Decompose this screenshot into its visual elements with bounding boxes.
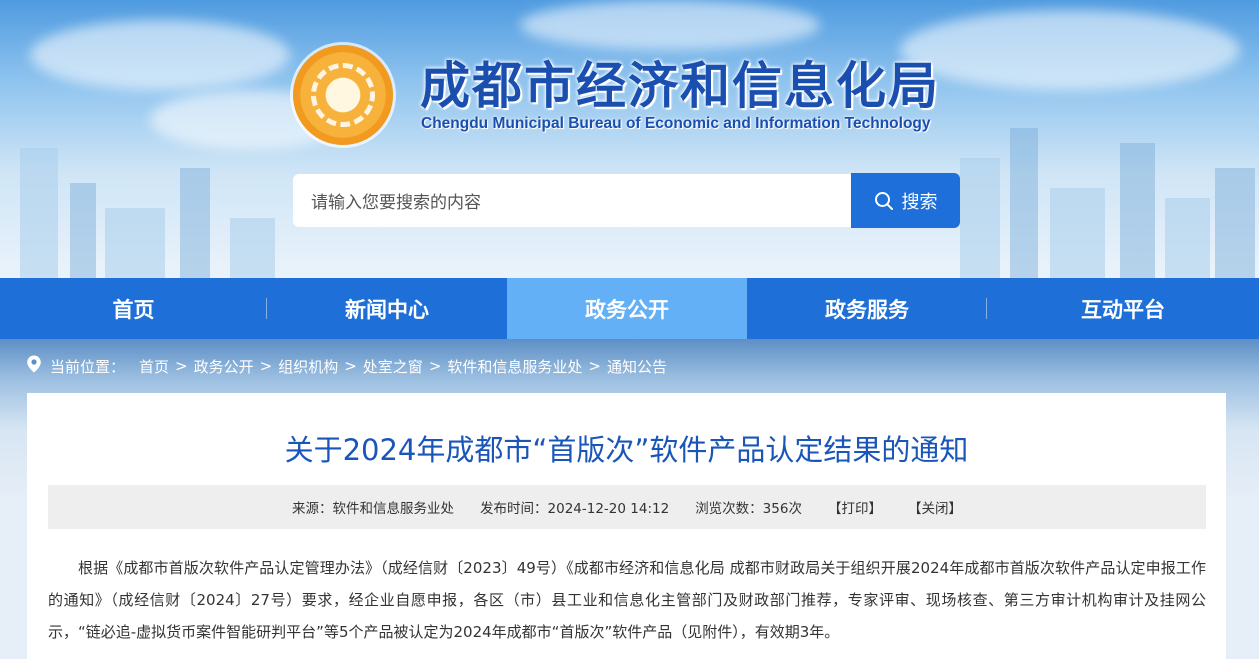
nav-item-news[interactable]: 新闻中心 [267,278,507,339]
breadcrumb-link-departments[interactable]: 处室之窗 [363,356,423,377]
breadcrumb-separator: > [588,357,601,375]
article-body: 根据《成都市首版次软件产品认定管理办法》（成经信财〔2023〕49号）《成都市经… [48,559,1206,641]
close-link[interactable]: 【关闭】 [908,497,962,517]
breadcrumb-link-software-dept[interactable]: 软件和信息服务业处 [447,356,582,377]
nav-label: 新闻中心 [345,297,429,322]
article-view-count: 浏览次数：356次 [695,501,802,517]
breadcrumb-separator: > [259,357,273,375]
nav-label: 政务服务 [825,297,909,322]
article-meta-bar: 来源：软件和信息服务业处 发布时间：2024-12-20 14:12 浏览次数：… [48,485,1206,529]
main-nav: 首页 新闻中心 政务公开 政务服务 互动平台 [0,278,1259,339]
site-title: 成都市经济和信息化局 [420,57,940,115]
article-card: 关于2024年成都市“首版次”软件产品认定结果的通知 来源：软件和信息服务业处 … [27,393,1226,659]
breadcrumb-link-notices[interactable]: 通知公告 [607,356,667,377]
breadcrumb-separator: > [344,357,357,375]
nav-label: 互动平台 [1081,297,1165,322]
search-icon [874,191,894,211]
breadcrumb-link-gov-affairs[interactable]: 政务公开 [194,356,254,377]
location-pin-icon [26,355,42,377]
nav-item-home[interactable]: 首页 [0,278,267,339]
print-link[interactable]: 【打印】 [828,497,882,517]
article-title: 关于2024年成都市“首版次”软件产品认定结果的通知 [284,433,969,467]
nav-item-interaction[interactable]: 互动平台 [987,278,1259,339]
nav-item-gov-services[interactable]: 政务服务 [747,278,987,339]
article-publish-time: 发布时间：2024-12-20 14:12 [480,501,670,517]
breadcrumb: 当前位置： 首页 > 政务公开 > 组织机构 > 处室之窗 > 软件和信息服务业… [26,354,667,378]
search-input[interactable]: 请输入您要搜索的内容 [293,174,853,227]
emblem-ring [311,63,375,127]
breadcrumb-separator: > [428,357,442,375]
city-emblem-icon[interactable] [293,45,393,145]
nav-label: 首页 [112,297,155,322]
search-button[interactable]: 搜索 [851,173,960,228]
nav-label: 政务公开 [585,297,669,322]
breadcrumb-link-organization[interactable]: 组织机构 [278,356,338,377]
breadcrumb-label: 当前位置： [50,357,126,376]
breadcrumb-separator: > [175,357,188,375]
nav-item-gov-affairs[interactable]: 政务公开 [507,278,747,339]
breadcrumb-link-home[interactable]: 首页 [139,356,169,377]
search-button-label: 搜索 [901,191,938,213]
header-banner: 成都市经济和信息化局 Chengdu Municipal Bureau of E… [0,0,1259,278]
article-source: 来源：软件和信息服务业处 [292,501,455,517]
site-subtitle: Chengdu Municipal Bureau of Economic and… [421,115,931,132]
